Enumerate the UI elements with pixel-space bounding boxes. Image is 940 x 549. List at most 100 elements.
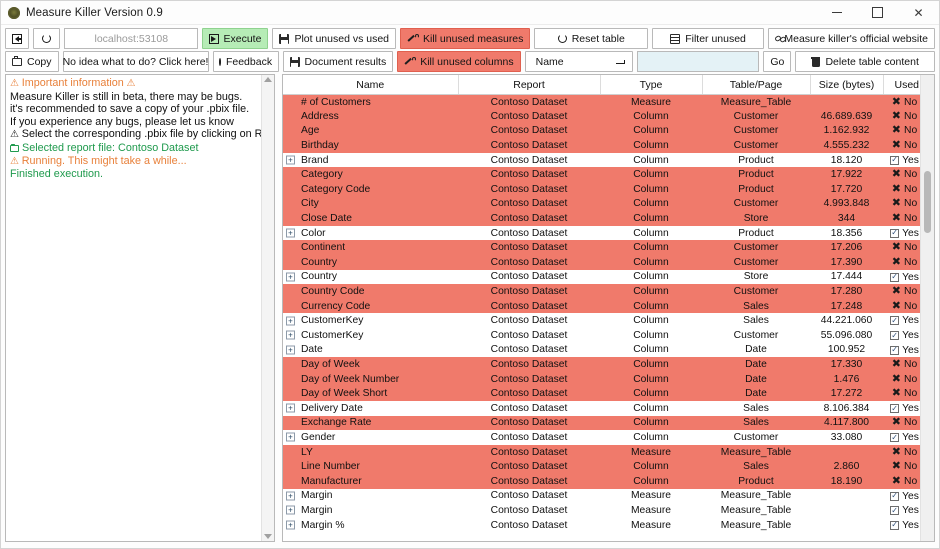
document-results-button[interactable]: Document results — [282, 51, 394, 72]
table-row[interactable]: + Margin Contoso Dataset Measure Measure_Tab… — [283, 488, 920, 504]
table-row[interactable]: Close Date Contoso Dataset Column Store 344 ✖… — [283, 211, 920, 226]
refresh-button[interactable] — [32, 28, 61, 49]
table-row[interactable]: # of Customers Contoso Dataset Measure Meas… — [283, 94, 920, 110]
table-row[interactable]: Birthday Contoso Dataset Column Customer 4.5… — [283, 138, 920, 153]
official-website-button[interactable]: Measure killer's official website — [768, 28, 935, 49]
cell-name-text: Day of Week — [301, 358, 360, 370]
reset-table-button[interactable]: Reset table — [534, 28, 649, 49]
table-row[interactable]: Age Contoso Dataset Column Customer 1.162.93… — [283, 123, 920, 139]
table-row[interactable]: + Country Contoso Dataset Column Store 17.444… — [283, 269, 920, 285]
copy-button[interactable]: Copy — [5, 51, 59, 72]
table-row[interactable]: Day of Week Short Contoso Dataset Column Da… — [283, 386, 920, 401]
table-row[interactable]: + CustomerKey Contoso Dataset Column Sales 44… — [283, 313, 920, 328]
minimize-button[interactable] — [816, 1, 857, 24]
table-row[interactable]: Exchange Rate Contoso Dataset Column Sales 4… — [283, 415, 920, 431]
cell-used: ✓ Yes — [883, 503, 920, 518]
table-row[interactable]: LY Contoso Dataset Measure Measure_Table ✖ No — [283, 444, 920, 460]
search-input[interactable] — [637, 51, 760, 72]
used-label: Yes — [902, 519, 919, 531]
table-row[interactable]: City Contoso Dataset Column Customer 4.993.8… — [283, 196, 920, 212]
table-row[interactable]: Category Contoso Dataset Column Product 17.9… — [283, 167, 920, 183]
column-header-report[interactable]: Report — [458, 75, 601, 95]
column-header-used[interactable]: Used — [883, 75, 920, 95]
cell-size: 18.356 — [830, 227, 863, 239]
cell-name-text: Margin % — [301, 519, 345, 531]
filter-unused-button[interactable]: Filter unused — [652, 28, 764, 49]
cell-report: Contoso Dataset — [490, 504, 568, 516]
log-scrollbar[interactable] — [261, 75, 274, 541]
table-row[interactable]: Line Number Contoso Dataset Column Sales 2.8… — [283, 459, 920, 474]
log-text-area[interactable]: ⚠ Important information ⚠ Measure Killer … — [6, 75, 261, 541]
table-scrollbar[interactable] — [920, 75, 934, 541]
expand-row-icon[interactable]: + — [286, 505, 295, 515]
table-row[interactable]: + Delivery Date Contoso Dataset Column Sales… — [283, 400, 920, 416]
expand-row-icon[interactable]: + — [286, 155, 295, 165]
table-row[interactable]: Country Contoso Dataset Column Customer 17.3… — [283, 255, 920, 270]
table-row[interactable]: Day of Week Contoso Dataset Column Date 17.3… — [283, 357, 920, 372]
table-row[interactable]: Continent Contoso Dataset Column Customer 17… — [283, 240, 920, 256]
main-body: ⚠ Important information ⚠ Measure Killer … — [1, 74, 939, 548]
expand-row-icon[interactable]: + — [286, 491, 295, 501]
table-row[interactable]: Manufacturer Contoso Dataset Column Product… — [283, 473, 920, 489]
cell-name: + Margin % — [283, 518, 458, 533]
expand-row-icon[interactable]: + — [286, 316, 295, 326]
results-table-panel: Name Report Type Table/Page Size (bytes)… — [282, 74, 935, 542]
used-label: No — [904, 96, 918, 108]
plot-unused-vs-used-button[interactable]: Plot unused vs used — [272, 28, 397, 49]
expand-row-icon[interactable]: + — [286, 272, 295, 282]
table-row[interactable]: Address Contoso Dataset Column Customer 46.6… — [283, 109, 920, 124]
cell-type: Column — [633, 227, 669, 239]
help-button[interactable]: No idea what to do? Click here! — [62, 51, 209, 72]
column-header-size[interactable]: Size (bytes) — [810, 75, 884, 95]
scroll-down-icon[interactable] — [264, 534, 272, 539]
kill-unused-measures-button[interactable]: Kill unused measures — [400, 28, 531, 49]
cell-name: + Gender — [283, 430, 458, 445]
column-header-name[interactable]: Name — [283, 75, 459, 95]
execute-button[interactable]: Execute — [202, 28, 269, 49]
column-filter-dropdown[interactable]: Name — [524, 51, 634, 72]
expand-row-icon[interactable]: + — [286, 403, 295, 413]
table-row[interactable]: Country Code Contoso Dataset Column Custome… — [283, 284, 920, 299]
table-row[interactable]: + Brand Contoso Dataset Column Product 18.120… — [283, 152, 920, 168]
maximize-button[interactable] — [857, 1, 898, 24]
expand-row-icon[interactable]: + — [286, 228, 295, 238]
cell-table-page: Customer — [733, 125, 779, 137]
table-row[interactable]: + Date Contoso Dataset Column Date 100.952 ✓ Ye… — [283, 342, 920, 358]
back-button[interactable] — [5, 28, 29, 49]
table-scrollbar-thumb[interactable] — [924, 171, 931, 233]
expand-row-icon[interactable]: + — [286, 520, 295, 530]
table-row[interactable]: + CustomerKey Contoso Dataset Column Custome… — [283, 328, 920, 343]
table-row[interactable]: Day of Week Number Contoso Dataset Column D… — [283, 371, 920, 387]
scroll-up-icon[interactable] — [264, 77, 272, 82]
folder-icon — [10, 143, 19, 152]
comment-icon — [218, 57, 221, 66]
cell-name-text: Day of Week Short — [301, 388, 388, 400]
table-row[interactable]: Category Code Contoso Dataset Column Produc… — [283, 182, 920, 197]
close-button[interactable]: ✕ — [898, 1, 939, 24]
table-row[interactable]: + Margin Contoso Dataset Measure Measure_Tab… — [283, 503, 920, 518]
cell-size: 17.330 — [830, 358, 863, 370]
table-row[interactable]: + Gender Contoso Dataset Column Customer 33.0… — [283, 430, 920, 445]
column-header-type[interactable]: Type — [600, 75, 703, 95]
delete-table-content-button[interactable]: Delete table content — [795, 51, 935, 72]
table-row[interactable]: + Margin % Contoso Dataset Measure Measure_T… — [283, 517, 920, 533]
cell-size: 4.993.848 — [823, 198, 870, 210]
cell-report: Contoso Dataset — [490, 461, 568, 473]
feedback-button[interactable]: Feedback — [212, 51, 279, 72]
cell-name-text: CustomerKey — [301, 315, 364, 327]
expand-row-icon[interactable]: + — [286, 432, 295, 442]
url-input[interactable]: localhost:53108 — [64, 28, 199, 49]
table-row[interactable]: Currency Code Contoso Dataset Column Sales 1… — [283, 298, 920, 314]
expand-row-icon[interactable]: + — [286, 330, 295, 340]
go-button[interactable]: Go — [763, 51, 792, 72]
cell-name-text: Gender — [301, 431, 336, 443]
kill-unused-columns-button[interactable]: Kill unused columns — [397, 51, 521, 72]
cross-icon: ✖ — [891, 416, 902, 429]
expand-row-icon[interactable]: + — [286, 345, 295, 355]
used-label: Yes — [902, 271, 919, 283]
kill-columns-label: Kill unused columns — [420, 55, 514, 68]
cell-used: ✖ No — [883, 459, 920, 474]
table-row[interactable]: + Color Contoso Dataset Column Product 18.356… — [283, 225, 920, 241]
cell-used: ✖ No — [883, 211, 920, 226]
column-header-table-page[interactable]: Table/Page — [702, 75, 811, 95]
